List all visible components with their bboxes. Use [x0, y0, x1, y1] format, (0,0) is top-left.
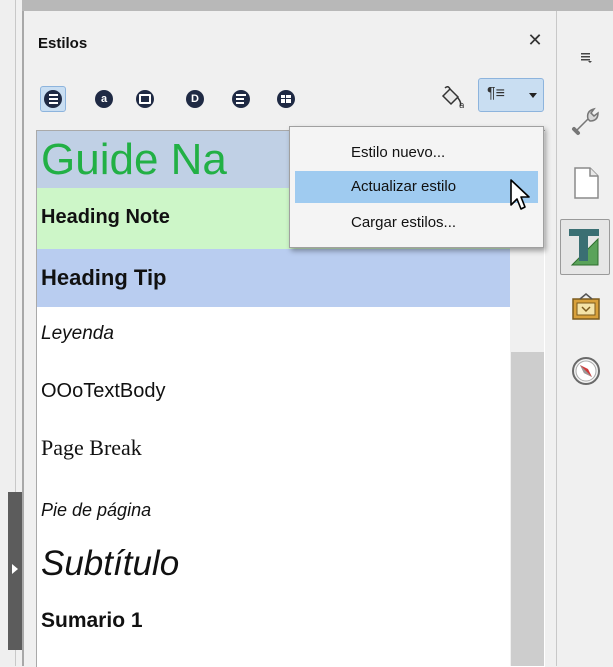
- menu-item-load-styles[interactable]: Cargar estilos...: [295, 207, 538, 239]
- style-list-item[interactable]: OOoTextBody: [37, 364, 511, 421]
- menu-item-new-style[interactable]: Estilo nuevo...: [295, 137, 538, 169]
- properties-deck-button[interactable]: [557, 95, 613, 143]
- page-styles-button[interactable]: D: [182, 86, 208, 112]
- styles-deck-button[interactable]: [560, 219, 610, 275]
- gallery-icon: [571, 293, 600, 320]
- style-actions-menu: Estilo nuevo... Actualizar estilo Cargar…: [289, 126, 544, 248]
- sidebar-tab-bar: [556, 11, 613, 666]
- scrollbar-thumb[interactable]: [511, 352, 544, 666]
- menu-item-update-style[interactable]: Actualizar estilo: [295, 171, 538, 203]
- properties-wrench-icon: [571, 107, 599, 135]
- sidebar-menu-button[interactable]: [557, 33, 613, 81]
- chevron-down-icon: [529, 93, 537, 98]
- style-list-item[interactable]: Heading Tip: [37, 249, 511, 307]
- svg-text:a: a: [459, 101, 465, 111]
- page-icon: [573, 167, 599, 199]
- navigator-compass-icon: [571, 357, 600, 385]
- page-styles-icon: D: [186, 90, 204, 108]
- frame-styles-icon: [136, 90, 154, 108]
- paragraph-mark-icon: ¶≡: [487, 85, 505, 102]
- page-deck-button[interactable]: [557, 159, 613, 207]
- style-list-item[interactable]: Sumario 1: [37, 593, 511, 650]
- expand-arrow-icon: [12, 564, 18, 574]
- style-list-item[interactable]: Pie de página: [37, 478, 511, 536]
- navigator-deck-button[interactable]: [557, 347, 613, 395]
- table-styles-icon: [277, 90, 295, 108]
- panel-title: Estilos: [38, 35, 88, 52]
- close-panel-button[interactable]: ✕: [525, 30, 545, 50]
- panel-border: [22, 11, 24, 666]
- sidebar-menu-icon: [580, 53, 592, 63]
- list-styles-button[interactable]: [228, 86, 254, 112]
- paragraph-styles-icon: [44, 90, 62, 108]
- character-styles-icon: a: [95, 90, 113, 108]
- sidebar-collapse-handle[interactable]: [8, 492, 23, 650]
- style-list-item[interactable]: Subtítulo: [37, 536, 511, 593]
- paint-bucket-icon: a: [441, 85, 465, 111]
- frame-styles-button[interactable]: [132, 86, 158, 112]
- style-list-item[interactable]: Page Break: [37, 421, 511, 478]
- style-list-item[interactable]: Leyenda: [37, 307, 511, 364]
- character-styles-button[interactable]: a: [91, 86, 117, 112]
- list-styles-icon: [232, 90, 250, 108]
- fill-format-button[interactable]: a: [438, 84, 468, 112]
- mouse-cursor-icon: [510, 179, 530, 210]
- gallery-deck-button[interactable]: [557, 283, 613, 331]
- style-actions-button[interactable]: ¶≡: [478, 78, 544, 112]
- styles-icon: [569, 229, 599, 266]
- window-frame-top: [22, 0, 613, 11]
- close-icon: ✕: [527, 30, 543, 50]
- table-styles-button[interactable]: [273, 86, 299, 112]
- paragraph-styles-button[interactable]: [40, 86, 66, 112]
